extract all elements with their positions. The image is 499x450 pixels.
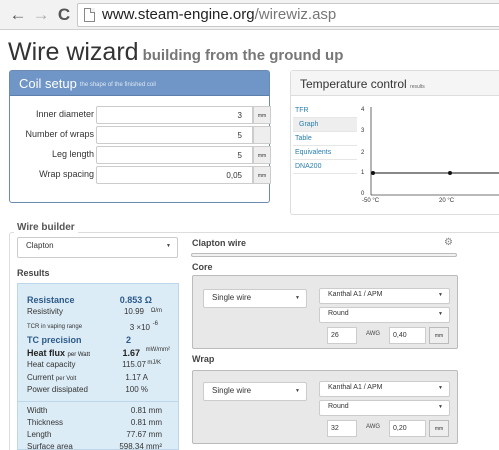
heat-capacity-unit: mJ/K [147,360,161,366]
width-label: Width [27,406,48,415]
chevron-down-icon: ▼ [166,243,171,249]
number-of-wraps-row: Number of wraps 5 [10,126,271,146]
wrap-diameter-input[interactable]: 0,20 [389,420,426,437]
page-subtitle: building from the ground up [142,47,344,64]
temperature-control-header: Temperature control results [291,71,499,96]
coil-setup-panel: Coil setup the shape of the finished coil… [9,70,271,203]
thickness-value: 0.81 mm [130,418,162,427]
wrap-title: Wrap [192,354,215,364]
number-of-wraps-input[interactable]: 5 [96,126,253,144]
resistivity-label: Resistivity [27,307,64,316]
tab-table[interactable]: Table [293,132,357,146]
leg-length-input[interactable]: 5 [96,146,253,164]
wrap-card: Single wire ▼ Kanthal A1 / APM ▼ Round ▼ 32… [192,370,458,444]
address-url[interactable]: www.steam-engine.org/wirewiz.asp [102,6,336,23]
reload-icon[interactable]: C [53,4,75,26]
wire-builder-title: Wire builder [14,222,78,233]
chevron-down-icon: ▼ [295,388,300,394]
address-bar[interactable]: www.steam-engine.org/wirewiz.asp [77,3,499,27]
heat-flux-value: 1.67 [122,348,140,358]
surface-area-value: 598.34 mm² [119,442,162,450]
core-profile-select[interactable]: Round ▼ [319,307,450,323]
length-value: 77.67 mm [126,430,162,439]
tcr-value: 3 ×10 [129,323,150,332]
wrap-spacing-input[interactable]: 0,05 [96,166,253,184]
core-diameter-unit[interactable]: mm [429,327,449,344]
heat-capacity-label: Heat capacity [27,360,76,369]
inner-diameter-unit[interactable]: mm [253,106,271,124]
wrap-gauge-unit: AWG [365,424,381,430]
resistivity-unit: Ω/m [150,308,162,314]
tcr-label: TCR in vaping range [27,324,83,330]
width-value: 0.81 mm [130,406,162,415]
resistance-label: Resistance [27,295,75,305]
wrap-diameter-unit[interactable]: mm [429,420,449,437]
results-divider [18,401,178,402]
y-tick-4: 4 [361,107,365,113]
heat-flux-unit: mW/mm² [145,347,170,353]
clapton-divider [191,253,457,257]
y-tick-1: 1 [361,170,365,176]
x-tick-minus-50: -50 °C [362,198,380,204]
y-tick-3: 3 [361,128,365,134]
core-shape-select[interactable]: Single wire ▼ [203,289,307,308]
inner-diameter-row: Inner diameter 3 mm [10,106,271,126]
core-title: Core [192,262,213,272]
length-label: Length [27,430,52,439]
x-tick-20: 20 °C [439,198,455,204]
current-value: 1.17 A [125,373,148,382]
chevron-down-icon: ▼ [438,311,443,317]
heat-flux-label: Heat flux per Watt [27,348,90,358]
coil-setup-header: Coil setup the shape of the finished coil [10,71,269,96]
gear-icon[interactable]: ⚙ [444,237,453,248]
core-card: Single wire ▼ Kanthal A1 / APM ▼ Round ▼ 26… [192,275,458,349]
wrap-spacing-row: Wrap spacing 0,05 mm [10,166,271,186]
heat-capacity-value: 115.07 [122,360,146,369]
chevron-down-icon: ▼ [295,295,300,301]
wrap-material-select[interactable]: Kanthal A1 / APM ▼ [319,381,450,397]
core-material-select[interactable]: Kanthal A1 / APM ▼ [319,288,450,304]
page-icon [84,8,95,22]
temperature-graph [370,107,499,196]
core-gauge-input[interactable]: 26 [327,327,357,344]
clapton-wire-title: Clapton wire [192,238,247,248]
page-title: Wire wizard building from the ground up [8,38,344,66]
power-dissipated-label: Power dissipated [27,385,88,394]
core-diameter-input[interactable]: 0,40 [389,327,426,344]
thickness-label: Thickness [27,418,64,427]
chevron-down-icon: ▼ [438,292,443,298]
forward-arrow-icon[interactable]: → [30,4,52,26]
chevron-down-icon: ▼ [438,404,443,410]
back-arrow-icon[interactable]: ← [7,4,29,26]
wrap-gauge-input[interactable]: 32 [327,420,357,437]
browser-toolbar: ← → C www.steam-engine.org/wirewiz.asp [0,0,499,30]
tab-tfr[interactable]: TFR [293,104,357,118]
results-box: Resistance 0.853 Ω Resistivity 10.99 Ω/m… [17,283,179,450]
tab-graph[interactable]: Graph [293,118,357,132]
leg-length-unit[interactable]: mm [253,146,271,164]
number-of-wraps-unit [253,126,271,144]
wrap-shape-select[interactable]: Single wire ▼ [203,382,307,401]
inner-diameter-input[interactable]: 3 [96,106,253,124]
resistance-value: 0.853 Ω [119,295,152,305]
wrap-spacing-unit[interactable]: mm [253,166,271,184]
leg-length-row: Leg length 5 mm [10,146,271,166]
temperature-control-panel: Temperature control results TFR Graph Ta… [290,70,499,215]
tcr-exponent: -6 [152,321,158,327]
core-gauge-unit: AWG [365,331,381,337]
chevron-down-icon: ▼ [438,385,443,391]
wire-type-select[interactable]: Clapton ▼ [17,237,178,258]
tc-precision-value: 2 [125,335,131,345]
resistivity-value: 10.99 [123,307,144,316]
surface-area-label: Surface area [27,442,73,450]
y-tick-2: 2 [361,150,365,156]
tab-dna200[interactable]: DNA200 [293,160,357,174]
results-title: Results [17,268,50,278]
wrap-profile-select[interactable]: Round ▼ [319,400,450,416]
tab-equivalents[interactable]: Equivalents [293,146,357,160]
power-dissipated-value: 100 % [125,385,148,394]
current-label: Current per Volt [27,373,77,382]
y-tick-0: 0 [361,191,365,197]
tc-precision-label: TC precision [27,335,82,345]
